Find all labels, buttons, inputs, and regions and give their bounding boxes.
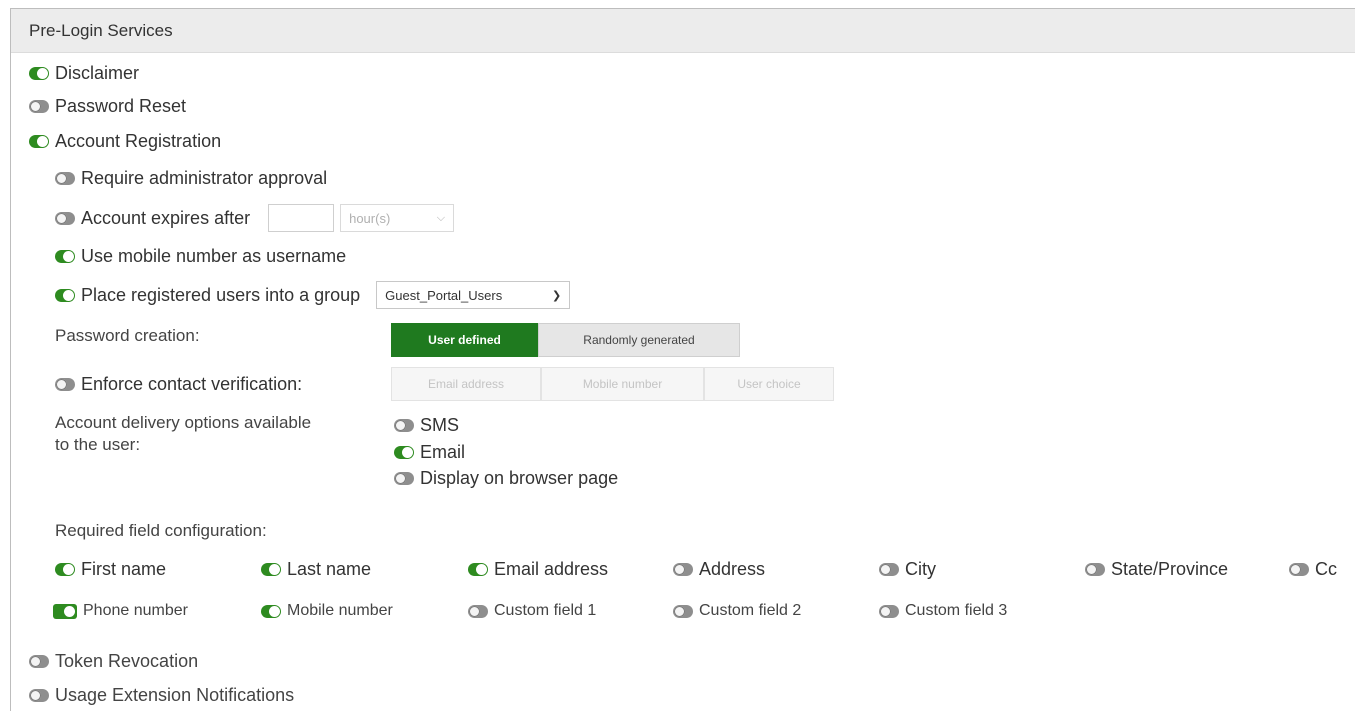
email-label: Email xyxy=(420,441,466,462)
custom-field-2-toggle[interactable] xyxy=(673,604,693,618)
contact-verification-label: Enforce contact verification: xyxy=(81,373,303,394)
field-custom-2: Custom field 2 xyxy=(673,598,801,624)
field-country: Cc xyxy=(1289,556,1337,582)
randomly-generated-option[interactable]: Randomly generated xyxy=(538,323,740,357)
token-revocation-label: Token Revocation xyxy=(55,650,199,671)
token-revocation-row: Token Revocation xyxy=(29,648,198,674)
verify-mobile-option[interactable]: Mobile number xyxy=(541,367,704,401)
sms-label: SMS xyxy=(420,414,460,435)
field-city: City xyxy=(879,556,936,582)
first-name-toggle[interactable] xyxy=(55,562,75,576)
password-reset-toggle[interactable] xyxy=(29,99,49,113)
pre-login-services-panel: Pre-Login Services Disclaimer Password R… xyxy=(10,8,1355,711)
state-toggle[interactable] xyxy=(1085,562,1105,576)
disclaimer-toggle[interactable] xyxy=(29,66,49,80)
verify-user-choice-option[interactable]: User choice xyxy=(704,367,834,401)
require-admin-label: Require administrator approval xyxy=(81,167,328,188)
field-address: Address xyxy=(673,556,765,582)
delivery-label-line1: Account delivery options available xyxy=(55,413,312,432)
field-phone-number: Phone number xyxy=(53,598,188,624)
phone-number-label: Phone number xyxy=(83,602,188,619)
country-toggle[interactable] xyxy=(1289,562,1309,576)
account-registration-label: Account Registration xyxy=(55,130,222,151)
custom-field-1-label: Custom field 1 xyxy=(494,602,597,619)
token-revocation-toggle[interactable] xyxy=(29,654,49,668)
verify-email-option[interactable]: Email address xyxy=(391,367,541,401)
email-address-label: Email address xyxy=(494,558,609,579)
delivery-label-line2: to the user: xyxy=(55,435,141,454)
country-label: Cc xyxy=(1315,558,1337,579)
delivery-browser-row: Display on browser page xyxy=(394,466,618,490)
account-expires-toggle[interactable] xyxy=(55,211,75,225)
field-custom-3: Custom field 3 xyxy=(879,598,1007,624)
mobile-username-row: Use mobile number as username xyxy=(55,243,346,269)
password-creation-toggle-group: User defined Randomly generated xyxy=(391,323,740,357)
delivery-email-row: Email xyxy=(394,440,465,464)
chevron-down-icon: ❯ xyxy=(551,289,562,302)
expires-unit-value: hour(s) xyxy=(349,210,391,226)
place-group-label: Place registered users into a group xyxy=(81,284,361,305)
disclaimer-label: Disclaimer xyxy=(55,62,140,83)
address-toggle[interactable] xyxy=(673,562,693,576)
field-mobile-number: Mobile number xyxy=(261,598,393,624)
custom-field-2-label: Custom field 2 xyxy=(699,602,802,619)
mobile-number-toggle[interactable] xyxy=(261,604,281,618)
place-group-toggle[interactable] xyxy=(55,288,75,302)
state-label: State/Province xyxy=(1111,558,1229,579)
email-toggle[interactable] xyxy=(394,445,414,459)
browser-page-label: Display on browser page xyxy=(420,467,619,488)
require-admin-toggle[interactable] xyxy=(55,171,75,185)
usage-extension-toggle[interactable] xyxy=(29,688,49,702)
disclaimer-row: Disclaimer xyxy=(29,60,139,86)
place-group-row: Place registered users into a group Gues… xyxy=(55,280,571,310)
browser-page-toggle[interactable] xyxy=(394,471,414,485)
password-reset-label: Password Reset xyxy=(55,95,187,116)
sms-toggle[interactable] xyxy=(394,418,414,432)
custom-field-1-toggle[interactable] xyxy=(468,604,488,618)
chevron-down-icon: ⌵ xyxy=(436,211,446,224)
expires-unit-select[interactable]: hour(s) ⌵ xyxy=(340,204,455,232)
contact-verification-toggle[interactable] xyxy=(55,377,75,391)
first-name-label: First name xyxy=(81,558,167,579)
contact-verification-row: Enforce contact verification: xyxy=(55,371,302,397)
require-admin-row: Require administrator approval xyxy=(55,165,327,191)
usage-extension-label: Usage Extension Notifications xyxy=(55,684,295,705)
city-toggle[interactable] xyxy=(879,562,899,576)
address-label: Address xyxy=(699,558,766,579)
field-custom-1: Custom field 1 xyxy=(468,598,596,624)
usage-extension-row: Usage Extension Notifications xyxy=(29,682,294,708)
field-state: State/Province xyxy=(1085,556,1228,582)
contact-verification-options: Email address Mobile number User choice xyxy=(391,367,834,401)
password-creation-label: Password creation: xyxy=(55,326,200,345)
panel-title: Pre-Login Services xyxy=(11,9,1355,53)
password-reset-row: Password Reset xyxy=(29,93,186,119)
account-expires-label: Account expires after xyxy=(81,207,251,228)
delivery-options-label: Account delivery options available to th… xyxy=(55,412,311,456)
field-first-name: First name xyxy=(55,556,166,582)
account-registration-toggle[interactable] xyxy=(29,134,49,148)
city-label: City xyxy=(905,558,936,579)
last-name-toggle[interactable] xyxy=(261,562,281,576)
account-expires-row: Account expires after hour(s) ⌵ xyxy=(55,203,455,233)
email-address-toggle[interactable] xyxy=(468,562,488,576)
mobile-username-toggle[interactable] xyxy=(55,249,75,263)
account-registration-row: Account Registration xyxy=(29,128,221,154)
custom-field-3-toggle[interactable] xyxy=(879,604,899,618)
delivery-sms-row: SMS xyxy=(394,413,459,437)
group-select-value: Guest_Portal_Users xyxy=(385,287,503,303)
group-select[interactable]: Guest_Portal_Users ❯ xyxy=(376,281,571,309)
custom-field-3-label: Custom field 3 xyxy=(905,602,1008,619)
account-expires-input[interactable] xyxy=(268,204,335,232)
user-defined-option[interactable]: User defined xyxy=(391,323,538,357)
field-last-name: Last name xyxy=(261,556,371,582)
field-email-address: Email address xyxy=(468,556,608,582)
required-fields-label: Required field configuration: xyxy=(55,521,267,540)
mobile-number-label: Mobile number xyxy=(287,602,393,619)
mobile-username-label: Use mobile number as username xyxy=(81,245,347,266)
last-name-label: Last name xyxy=(287,558,372,579)
phone-number-toggle[interactable] xyxy=(53,603,77,619)
